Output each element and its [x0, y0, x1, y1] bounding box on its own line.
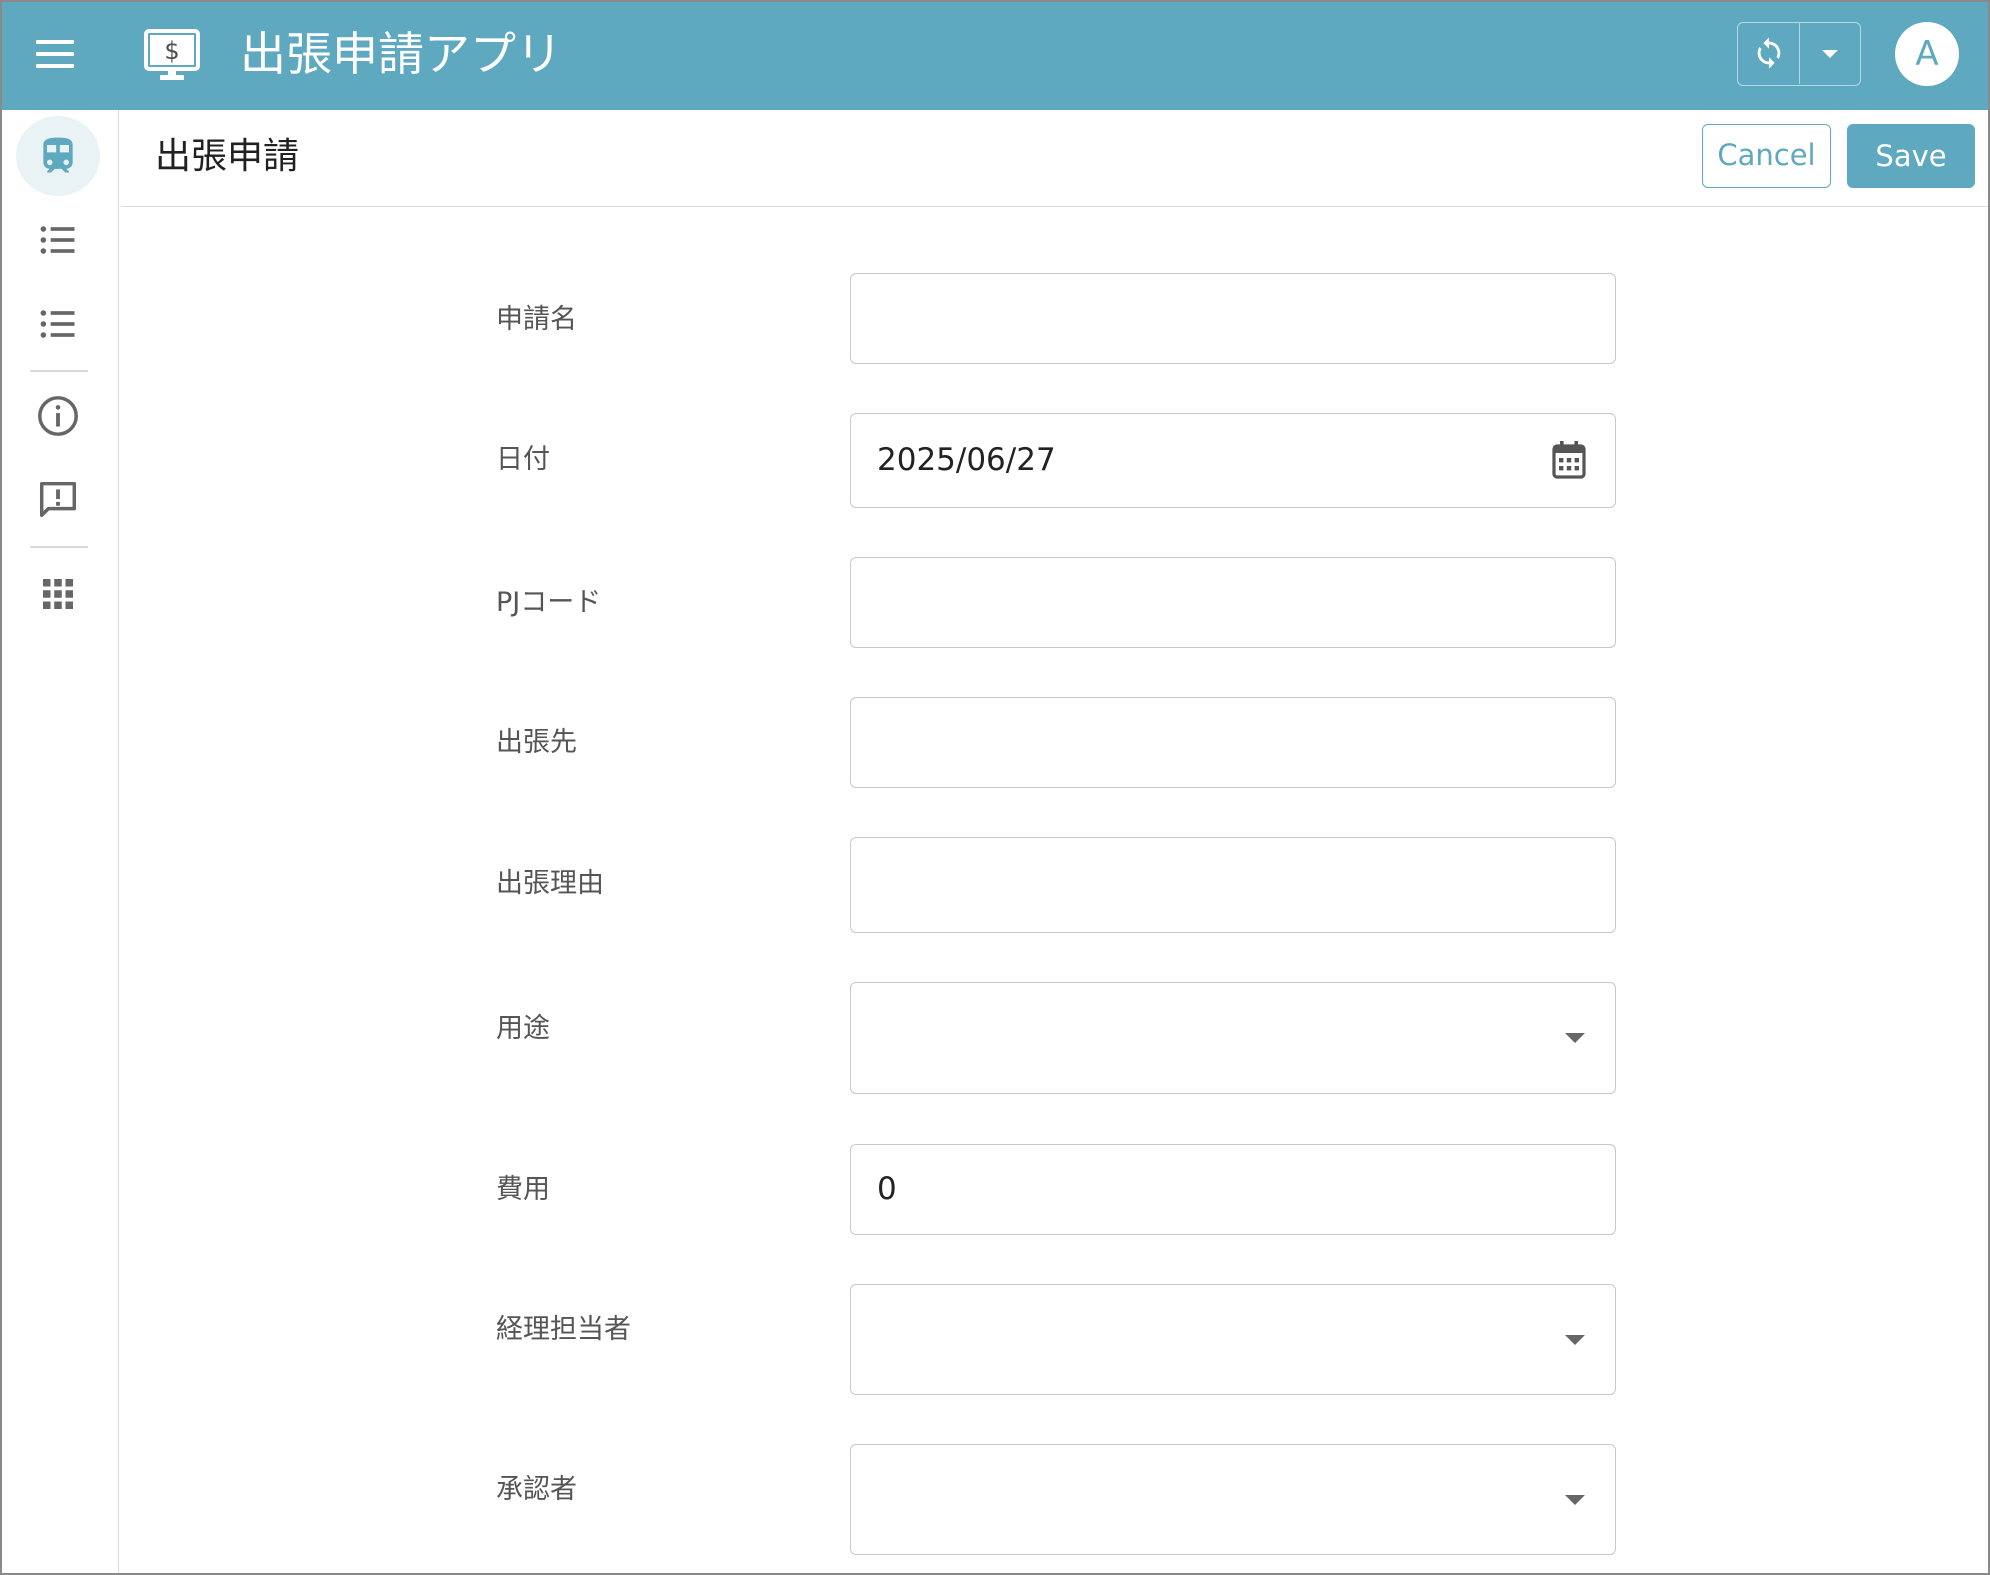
application-name-input[interactable]	[850, 273, 1616, 364]
rail-item-apps[interactable]	[16, 554, 100, 634]
date-value: 2025/06/27	[877, 442, 1056, 478]
approver-select[interactable]	[850, 1444, 1616, 1555]
date-input[interactable]: 2025/06/27	[850, 413, 1616, 508]
rail-item-travel-request[interactable]	[16, 116, 100, 196]
feedback-icon	[39, 481, 77, 518]
rail-item-info[interactable]	[16, 376, 100, 456]
cost-value: 0	[877, 1171, 897, 1207]
user-avatar[interactable]: A	[1895, 22, 1959, 86]
accounting-staff-select[interactable]	[850, 1284, 1616, 1395]
app-title: 出張申請アプリ	[240, 27, 562, 81]
field-label-date: 日付	[496, 444, 550, 475]
caret-down-icon	[1565, 1033, 1585, 1043]
sync-button[interactable]	[1738, 23, 1800, 84]
field-label-trip-reason: 出張理由	[496, 868, 604, 899]
rail-item-feedback[interactable]	[16, 460, 100, 540]
caret-down-icon	[1822, 50, 1838, 58]
monitor-dollar-icon: $	[144, 29, 200, 80]
rail-item-list-2[interactable]	[16, 284, 100, 364]
info-icon	[38, 396, 78, 436]
rail-item-list-1[interactable]	[16, 200, 100, 280]
sync-dropdown-button[interactable]	[1800, 23, 1860, 84]
cancel-button[interactable]: Cancel	[1702, 124, 1831, 188]
side-nav-rail	[2, 110, 119, 1573]
app-window: $ 出張申請アプリ A 出張申請 Cancel Save 申請名 日付 2025…	[0, 0, 1990, 1575]
sync-icon	[1757, 37, 1781, 69]
cost-input[interactable]: 0	[850, 1144, 1616, 1235]
field-label-project-code: PJコード	[496, 587, 602, 618]
field-label-accounting-staff: 経理担当者	[496, 1314, 631, 1345]
field-label-application-name: 申請名	[496, 304, 577, 335]
calendar-icon[interactable]	[1551, 440, 1587, 480]
destination-input[interactable]	[850, 697, 1616, 788]
field-label-cost: 費用	[496, 1174, 550, 1205]
rail-divider	[30, 546, 88, 548]
page-title: 出張申請	[155, 136, 300, 177]
rail-divider	[30, 370, 88, 372]
field-label-purpose: 用途	[496, 1013, 550, 1044]
sync-button-group	[1737, 22, 1861, 86]
train-icon	[43, 137, 73, 173]
field-label-approver: 承認者	[496, 1474, 577, 1505]
page-header: 出張申請 Cancel Save	[121, 110, 1988, 207]
apps-grid-icon	[43, 579, 73, 609]
svg-text:$: $	[164, 37, 179, 65]
caret-down-icon	[1565, 1495, 1585, 1505]
save-button[interactable]: Save	[1847, 124, 1975, 188]
purpose-select[interactable]	[850, 982, 1616, 1094]
list-icon	[40, 310, 75, 338]
list-icon	[40, 226, 75, 254]
project-code-input[interactable]	[850, 557, 1616, 648]
caret-down-icon	[1565, 1335, 1585, 1345]
field-label-destination: 出張先	[496, 727, 577, 758]
trip-reason-input[interactable]	[850, 837, 1616, 933]
app-bar: $ 出張申請アプリ A	[2, 2, 1988, 110]
menu-icon[interactable]	[36, 40, 76, 72]
